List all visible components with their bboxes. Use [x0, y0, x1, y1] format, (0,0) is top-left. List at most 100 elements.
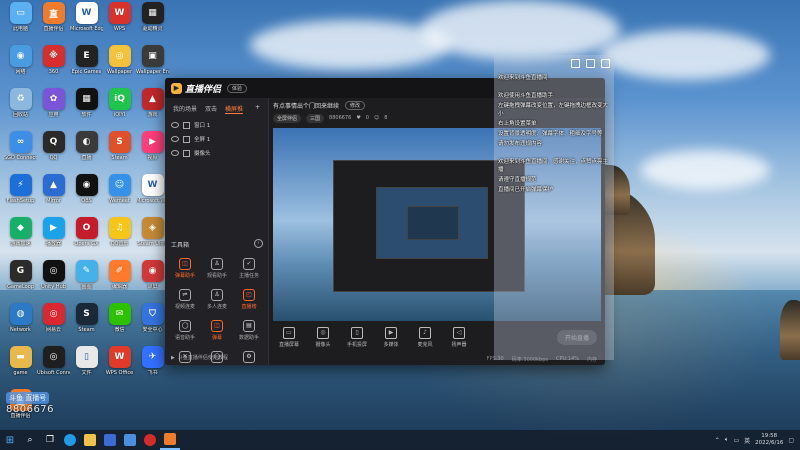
category-pill[interactable]: 三国: [306, 113, 325, 123]
source-button[interactable]: ♪ 麦克风: [413, 326, 437, 348]
desktop-icon[interactable]: ▲ Mirror: [37, 174, 70, 204]
desktop-icon[interactable]: ※ 360: [37, 45, 70, 75]
taskbar-explorer[interactable]: [80, 430, 100, 450]
tab-double[interactable]: 双击: [205, 104, 217, 114]
toolbox-item[interactable]: ♙ 观看助手: [201, 258, 233, 279]
desktop-icon[interactable]: ♫ QQ音乐: [103, 217, 136, 247]
source-button[interactable]: ◁ 扬声器: [447, 326, 471, 348]
scene-item[interactable]: 全屏 1: [165, 132, 268, 146]
desktop-icon[interactable]: 直直播伴侣: [37, 2, 70, 32]
desktop-icon[interactable]: ◉ 网络: [4, 45, 37, 75]
toolbox-item[interactable]: ▤ 数据助手: [233, 320, 265, 341]
desktop-icon[interactable]: ◆ 游戏加速: [4, 217, 37, 247]
phone-cast-icon: ▯: [351, 326, 363, 339]
desktop-icon[interactable]: ⚡ FlashSetup: [4, 174, 37, 204]
taskbar-opera[interactable]: [140, 430, 160, 450]
taskbar-edge[interactable]: [60, 430, 80, 450]
clock[interactable]: 19:58 2022/6/16: [755, 433, 783, 447]
desktop-icon[interactable]: ◎ Ubisoft Connect: [37, 346, 70, 376]
taskbar-app[interactable]: [120, 430, 140, 450]
desktop-icon[interactable]: ✐ 编辑器: [103, 260, 136, 290]
eye-icon[interactable]: [171, 150, 179, 156]
desktop-icon[interactable]: ◎ Wallpaper: [103, 45, 136, 75]
desktop-icon[interactable]: W Microsoft Edge: [70, 2, 103, 32]
desktop-icon-label: 文件: [81, 370, 92, 376]
desktop-icon[interactable]: ∞ SGD Connect: [4, 131, 37, 161]
notification-icon[interactable]: ▢: [788, 437, 794, 444]
search-button[interactable]: ⌕: [20, 430, 40, 450]
network-icon[interactable]: ▭: [733, 437, 739, 444]
desktop-icon-label: QQ音乐: [110, 241, 129, 247]
desktop-icon[interactable]: ✿ 应用: [37, 88, 70, 118]
desktop-icon[interactable]: ▯ 文件: [70, 346, 103, 376]
add-scene-button[interactable]: +: [255, 104, 260, 114]
toolbox-item[interactable]: ⚙设置: [233, 351, 265, 365]
player-icon: ▶: [42, 217, 65, 239]
toolbox-item[interactable]: ♙ 多人连麦: [201, 289, 233, 310]
category-pill[interactable]: 全屏伴侣: [273, 113, 302, 123]
toolbox-item[interactable]: ◫ 弹幕助手: [169, 258, 201, 279]
input-language[interactable]: 英: [744, 436, 750, 445]
desktop-icon[interactable]: ▦ 驱动精灵: [136, 2, 169, 32]
desktop-icon[interactable]: ▣ Wallpaper Engine: [136, 45, 169, 75]
scene-item[interactable]: 窗口 1: [165, 118, 268, 132]
lock-icon[interactable]: [571, 59, 580, 68]
desktop-icon[interactable]: ▦ 软件: [70, 88, 103, 118]
desktop-icon[interactable]: S Steam: [103, 131, 136, 161]
desktop-icon[interactable]: ◎ 网易云: [37, 303, 70, 333]
obs-icon: ◉: [75, 174, 98, 196]
desktop-icon[interactable]: W WPS: [103, 2, 136, 32]
taskbar-streaming-app[interactable]: [160, 430, 180, 450]
desktop-icon[interactable]: E Epic Games: [70, 45, 103, 75]
toolbox-more-icon[interactable]: ›: [254, 239, 263, 248]
taskbar-app[interactable]: [100, 430, 120, 450]
desktop-icon[interactable]: ◉ OBS: [70, 174, 103, 204]
eye-icon[interactable]: [171, 136, 179, 142]
desktop-icon[interactable]: S Steam: [70, 303, 103, 333]
settings-icon[interactable]: [586, 59, 595, 68]
task-view-button[interactable]: ❐: [40, 430, 60, 450]
source-button[interactable]: ◎ 摄像头: [311, 326, 335, 348]
chevron-up-icon[interactable]: ⌃: [715, 437, 720, 444]
desktop-icon[interactable]: G GameLoop: [4, 260, 37, 290]
toolbox-item-label: 弹幕助手: [174, 273, 195, 279]
toolbox-item[interactable]: ⇌ 视频连麦: [169, 289, 201, 310]
toolbox-item[interactable]: ◫ 弹幕: [201, 320, 233, 341]
beta-badge[interactable]: 体验: [227, 83, 248, 93]
source-button[interactable]: ▶ 多媒体: [379, 326, 403, 348]
toolbox-item[interactable]: ◯ 语音助手: [169, 320, 201, 341]
desktop-icon[interactable]: ◍ Network: [4, 303, 37, 333]
danmaku-panel[interactable]: 欢迎来到斗鱼直播间 欢迎使用斗鱼直播助手 左键拖拽弹幕改变位置，左键拖拽边框改变大小…: [494, 55, 614, 360]
tutorial-link[interactable]: ▶ 斗鱼直播伴侣使用教程: [171, 354, 228, 362]
desktop-icon[interactable]: ◎ Unity Hub: [37, 260, 70, 290]
volume-icon[interactable]: 🔈︎: [725, 436, 729, 444]
toolbox-item[interactable]: ◰ 直播榜: [233, 289, 265, 310]
toolbox-item-label: 数据助手: [238, 335, 259, 341]
danmaku-message: 欢迎使用斗鱼直播助手: [498, 93, 554, 99]
stream-watermark: 斗鱼 直播号 8806676: [6, 392, 54, 415]
scene-item[interactable]: 摄像头: [165, 146, 268, 160]
desktop-icon[interactable]: W WPS Office: [103, 346, 136, 376]
desktop-icon[interactable]: ◐ 直播: [70, 131, 103, 161]
tab-my-scenes[interactable]: 我的场景: [173, 104, 197, 114]
source-button[interactable]: ▭ 直播屏幕: [277, 326, 301, 348]
start-button[interactable]: ⊞: [0, 430, 20, 450]
source-button[interactable]: ▯ 手机投屏: [345, 326, 369, 348]
desktop-icon[interactable]: O Opera GX: [70, 217, 103, 247]
desktop-icon[interactable]: ▬ game: [4, 346, 37, 376]
desktop-icon[interactable]: ☺ Wemeet: [103, 174, 136, 204]
edit-title-button[interactable]: 修改: [345, 100, 366, 110]
desktop-icon[interactable]: ▭ 此电脑: [4, 2, 37, 32]
desktop-icon[interactable]: ✎ 画图: [70, 260, 103, 290]
desktop-icon[interactable]: Q QQ: [37, 131, 70, 161]
eye-icon[interactable]: [171, 122, 179, 128]
toolbox-item[interactable]: ✓ 主播任务: [233, 258, 265, 279]
desktop-icon[interactable]: iQ iQIYI: [103, 88, 136, 118]
desktop-icon[interactable]: ▶ 播放器: [37, 217, 70, 247]
desktop-icon[interactable]: ✉ 微信: [103, 303, 136, 333]
ubisoft-icon: ◎: [42, 346, 65, 368]
tab-landscape[interactable]: 横屏推: [225, 104, 244, 114]
desktop-icon[interactable]: ♻ 回收站: [4, 88, 37, 118]
steam-icon: S: [75, 303, 98, 325]
close-icon[interactable]: [601, 59, 610, 68]
